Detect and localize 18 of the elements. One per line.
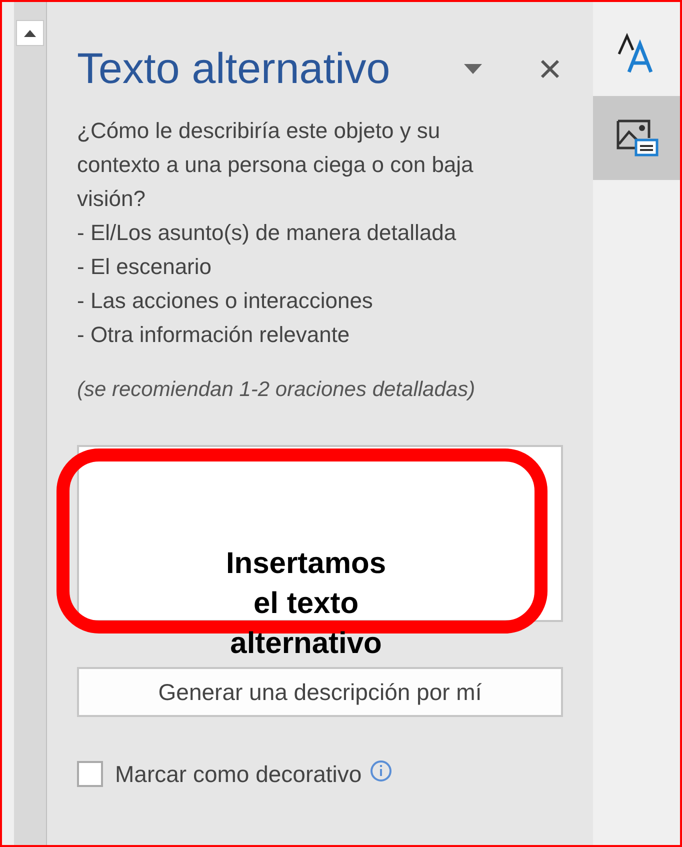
checkbox[interactable] xyxy=(77,761,103,788)
checkbox-label: Marcar como decorativo xyxy=(115,760,362,789)
description-text: - El escenario xyxy=(77,253,213,281)
side-tab[interactable] xyxy=(593,96,680,180)
annotation-text: Insertamos el texto alternativo xyxy=(224,546,388,662)
scroll-up-button[interactable] xyxy=(16,20,44,46)
description-text: - El/Los asunto(s) de manera detallada xyxy=(77,219,458,247)
pane-title: Texto alternativo xyxy=(77,48,392,90)
generate-description-button[interactable]: Generar una descripción por mí xyxy=(77,667,563,717)
description-text: - Otra información relevante xyxy=(77,321,351,349)
close-icon xyxy=(540,59,560,79)
alt-text-image-icon xyxy=(614,118,658,158)
info-icon[interactable] xyxy=(370,760,392,782)
description-text: - Las acciones o interacciones xyxy=(77,287,374,315)
triangle-up-icon xyxy=(24,30,36,36)
description-text: ¿Cómo le describiría este objeto y su contexto a una persona ciega o con baja visión? xyxy=(77,117,474,213)
hint-text: (se recomiendan 1-2 oraciones detalladas) xyxy=(77,377,476,403)
caret-icon xyxy=(464,64,482,74)
